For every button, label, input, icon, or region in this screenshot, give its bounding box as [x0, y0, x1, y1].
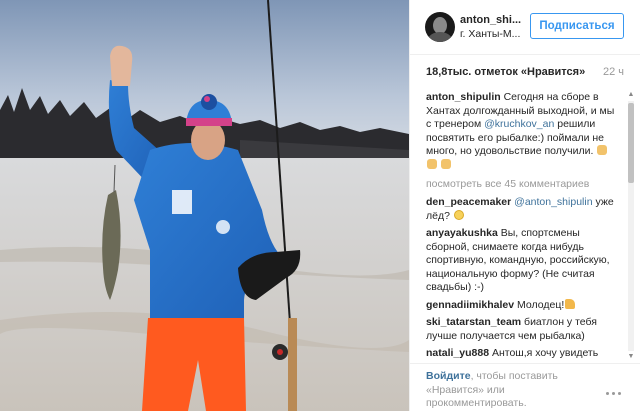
more-options-icon[interactable] — [606, 382, 626, 395]
raised-hands-icon — [597, 145, 608, 155]
login-prompt: Войдите, чтобы поставить «Нравится» или … — [426, 370, 581, 411]
comment-item: anyayakushka Вы, спортсмены сборной, сни… — [426, 227, 622, 295]
scroll-thumb[interactable] — [628, 103, 634, 183]
likes-row: 18,8тыс. отметок «Нравится» 22 ч — [426, 66, 626, 82]
comment-text: Молодец! — [514, 298, 565, 311]
login-link[interactable]: Войдите — [426, 370, 471, 382]
likes-count[interactable]: 18,8тыс. отметок «Нравится» — [426, 66, 585, 78]
avatar-shoulders — [428, 32, 452, 42]
comment-item: natali_yu888 Антош,я хочу увидеть тебя в… — [426, 347, 622, 361]
comments-list: anton_shipulin Сегодня на сборе в Хантах… — [410, 91, 632, 361]
scroll-up-arrow-icon[interactable]: ▲ — [627, 91, 635, 99]
comment-mention[interactable]: @anton_shipulin — [514, 196, 592, 208]
thumbs-up-emoji-icon — [565, 298, 576, 309]
raised-hands-icon — [427, 158, 437, 169]
raised-hands-icon — [440, 158, 451, 169]
comment-author[interactable]: gennadiimikhalev — [426, 299, 514, 311]
post-header: anton_shi... г. Ханты-М... Подписаться — [410, 0, 640, 55]
smile-emoji-icon — [494, 360, 505, 361]
follow-button[interactable]: Подписаться — [530, 13, 624, 39]
smile-emoji-icon — [453, 209, 464, 220]
post-photo — [0, 0, 409, 411]
caption: anton_shipulin Сегодня на сборе в Хантах… — [426, 91, 622, 172]
comment-item: gennadiimikhalev Молодец! — [426, 298, 622, 313]
comment-author[interactable]: den_peacemaker — [426, 196, 511, 208]
comment-author[interactable]: anyayakushka — [426, 227, 498, 239]
comment-author[interactable]: natali_yu888 — [426, 347, 489, 359]
caption-author[interactable]: anton_shipulin — [426, 91, 501, 103]
comment-item: ski_tatarstan_team биатлон у тебя лучше … — [426, 316, 622, 343]
post-sidebar: anton_shi... г. Ханты-М... Подписаться 1… — [409, 0, 640, 411]
scroll-down-arrow-icon[interactable]: ▼ — [627, 353, 635, 361]
comments-scrollbar[interactable]: ▲ ▼ — [627, 91, 635, 361]
comment-author[interactable]: ski_tatarstan_team — [426, 316, 521, 328]
location-link[interactable]: г. Ханты-М... — [460, 28, 528, 40]
caption-mention[interactable]: @kruchkov_an — [484, 118, 554, 130]
post-time[interactable]: 22 ч — [603, 66, 624, 78]
avatar[interactable] — [425, 12, 455, 42]
comment-item: den_peacemaker @anton_shipulin уже лёд? — [426, 196, 622, 223]
view-all-comments-link[interactable]: посмотреть все 45 комментариев — [426, 178, 632, 190]
post-footer: Войдите, чтобы поставить «Нравится» или … — [410, 363, 640, 411]
username-link[interactable]: anton_shi... — [460, 14, 528, 26]
